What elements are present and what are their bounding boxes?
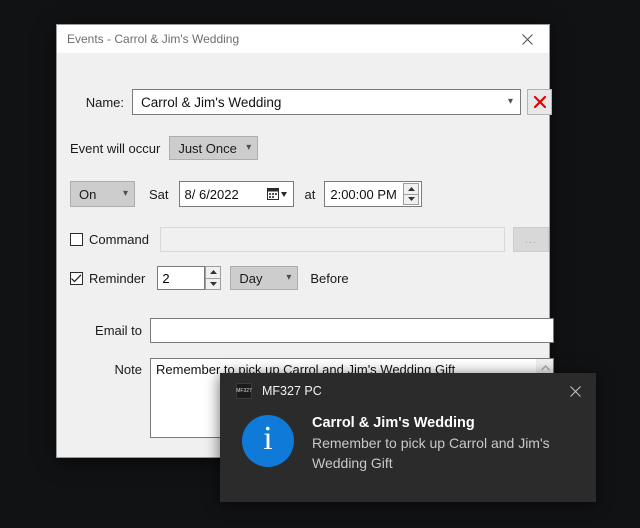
chevron-down-icon: ▾ [507,96,513,107]
app-icon: MF327 [236,383,252,399]
chevron-down-icon: ▾ [246,142,252,153]
spinner-down-icon[interactable] [205,277,222,290]
close-icon[interactable] [554,373,596,409]
red-x-delete-icon [533,95,546,109]
at-label: at [304,186,316,202]
time-spinner[interactable] [403,183,420,205]
toast-app-name: MF327 PC [262,384,322,398]
date-picker[interactable]: 8/ 6/2022 [178,181,294,207]
dialog-titlebar: Events - Carrol & Jim's Wedding [57,25,549,53]
close-glyph [569,385,581,397]
command-checkbox[interactable] [70,233,83,246]
calendar-icon [266,187,289,201]
time-picker[interactable]: 2:00:00 PM [324,181,423,207]
before-label: Before [310,270,349,286]
close-icon[interactable] [505,26,549,53]
email-label: Email to [95,323,142,338]
toast-body[interactable]: i Carrol & Jim's Wedding Remember to pic… [220,409,596,473]
chevron-down-icon: ▾ [286,272,292,283]
time-value: 2:00:00 PM [330,186,397,202]
chevron-down-icon: ▾ [122,188,128,199]
command-row: Command ... [70,227,549,252]
checkbox-checked-icon [71,273,82,282]
occurrence-label: Event will occur [70,140,161,156]
spinner-down-icon[interactable] [403,193,420,205]
toast-message: Remember to pick up Carrol and Jim's Wed… [312,435,550,471]
spinner-up-glyph [209,270,217,275]
on-value: On [79,186,97,202]
toast-header: MF327 MF327 PC [220,373,596,409]
command-label: Command [89,232,149,247]
reminder-checkbox[interactable] [70,271,83,285]
scroll-up-glyph [540,364,550,370]
email-row: Email to [70,318,554,343]
note-label: Note [114,362,142,377]
spinner-down-glyph [209,281,217,286]
reminder-spinner[interactable] [205,266,222,290]
name-row: Name: Carrol & Jim's Wedding ▾ [70,89,552,115]
info-icon: i [242,415,294,467]
info-glyph: i [263,420,273,457]
reminder-label: Reminder [89,270,146,286]
reminder-row: Reminder 2 Day ▾ Before [70,266,349,290]
toast-texts: Carrol & Jim's Wedding Remember to pick … [312,413,580,473]
name-label: Name: [85,94,124,110]
spinner-down-glyph [407,197,415,202]
schedule-row: On ▾ Sat 8/ 6/2022 at 2:00:00 PM [70,181,423,207]
calendar-glyph [266,188,287,200]
on-select[interactable]: On ▾ [70,181,135,207]
date-value: 8/ 6/2022 [184,186,239,202]
spinner-up-icon[interactable] [403,183,420,194]
delete-event-button[interactable] [527,89,552,115]
name-combobox[interactable]: Carrol & Jim's Wedding ▾ [132,89,521,115]
occurrence-select[interactable]: Just Once ▾ [169,136,259,160]
reminder-amount-input[interactable]: 2 [157,266,206,290]
name-value: Carrol & Jim's Wedding [141,94,282,110]
spinner-up-glyph [407,186,415,191]
dialog-title: Events - Carrol & Jim's Wedding [67,32,240,46]
reminder-unit-value: Day [239,270,263,286]
spinner-up-icon[interactable] [205,266,222,278]
occurrence-value: Just Once [178,140,237,156]
occurrence-row: Event will occur Just Once ▾ [70,136,259,160]
weekday-label: Sat [149,186,169,202]
command-input[interactable] [159,227,505,252]
close-glyph [521,33,533,45]
command-browse-button[interactable]: ... [512,227,549,252]
toast-title: Carrol & Jim's Wedding [312,415,475,431]
app-icon-text: MF327 [236,388,252,394]
email-input[interactable] [150,318,554,343]
notification-toast: MF327 MF327 PC i Carrol & Jim's Wedding … [220,373,596,502]
reminder-unit-select[interactable]: Day ▾ [230,266,299,290]
